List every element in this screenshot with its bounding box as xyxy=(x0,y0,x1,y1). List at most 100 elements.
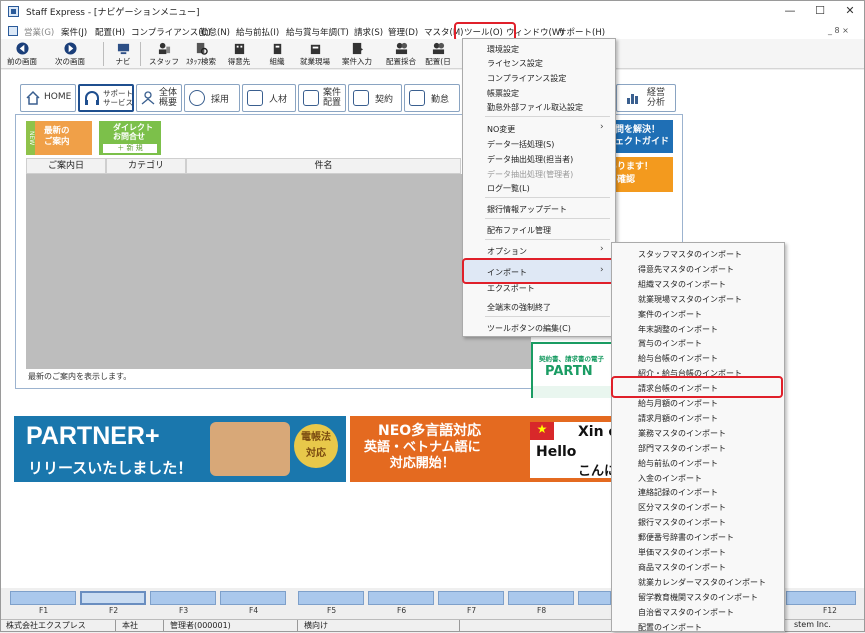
menu-distribution-files[interactable]: 配布ファイル管理 xyxy=(487,225,551,236)
menu-bulk-process[interactable]: データ一括処理(S) xyxy=(487,139,554,150)
import-submenu-item[interactable]: 業務マスタのインポート xyxy=(638,428,726,439)
menu-jobs[interactable]: 案件(J) xyxy=(61,26,87,38)
menu-admin[interactable]: 管理(D) xyxy=(388,26,418,38)
import-submenu-item[interactable]: 郵便番号辞書のインポート xyxy=(638,532,734,543)
f3-button[interactable] xyxy=(150,591,216,605)
f5-button[interactable] xyxy=(298,591,364,605)
import-submenu-item[interactable]: 連絡記録のインポート xyxy=(638,487,718,498)
menu-compliance-settings[interactable]: コンプライアンス設定 xyxy=(487,73,566,84)
col-date[interactable]: ご案内日 xyxy=(26,158,106,174)
f8-button[interactable] xyxy=(508,591,574,605)
menu-payroll[interactable]: 給与賞与年調(T) xyxy=(286,26,349,38)
maximize-button[interactable]: ☐ xyxy=(805,3,835,19)
staff-search-button[interactable]: ｽﾀｯﾌ検索 xyxy=(184,40,218,68)
client-label: 得意先 xyxy=(227,57,251,66)
menu-options[interactable]: オプション xyxy=(487,246,527,257)
staff-button[interactable]: スタッフ xyxy=(148,40,180,68)
partner-plus-ad[interactable]: PARTNER+ リリースいたしました！ 電帳法 対応 xyxy=(14,416,346,482)
import-submenu-item[interactable]: 区分マスタのインポート xyxy=(638,502,726,513)
menu-extract-staff[interactable]: データ抽出処理(担当者) xyxy=(487,154,573,165)
import-submenu-item[interactable]: 就業現場マスタのインポート xyxy=(638,294,742,305)
placement-query-icon xyxy=(395,42,407,55)
f6-button[interactable] xyxy=(368,591,434,605)
import-submenu-item[interactable]: 部門マスタのインポート xyxy=(638,443,726,454)
import-submenu-item[interactable]: 給与台帳のインポート xyxy=(638,353,718,364)
placement-daily-button[interactable]: 配置(日 xyxy=(421,40,455,68)
col-subject[interactable]: 件名 xyxy=(186,158,461,174)
import-submenu-item[interactable]: 自治省マスタのインポート xyxy=(638,607,734,618)
import-submenu-item[interactable]: 得意先マスタのインポート xyxy=(638,264,734,275)
tab-overview[interactable]: 全体 概要 xyxy=(136,84,182,112)
minimize-button[interactable]: — xyxy=(775,3,805,19)
menu-log-list[interactable]: ログ一覧(L) xyxy=(487,183,530,194)
f9-button[interactable] xyxy=(578,591,611,605)
tab-talent[interactable]: 人材 xyxy=(242,84,296,112)
menu-advance-pay[interactable]: 給与前払(I) xyxy=(236,26,279,38)
menu-external-attendance[interactable]: 勤怠外部ファイル取込設定 xyxy=(487,102,583,113)
tab-support[interactable]: サポート サービス xyxy=(78,84,134,112)
f4-button[interactable] xyxy=(220,591,286,605)
menu-sales[interactable]: 営業(G) xyxy=(24,26,54,38)
org-button[interactable]: 組織 xyxy=(262,40,292,68)
menu-separator xyxy=(485,116,610,117)
worksite-button[interactable]: 就業現場 xyxy=(296,40,334,68)
job-input-button[interactable]: 案件入力 xyxy=(338,40,376,68)
back-button[interactable]: 前の画面 xyxy=(4,40,40,68)
import-submenu-item[interactable]: 給与前払のインポート xyxy=(638,458,718,469)
menu-support[interactable]: サポート(H) xyxy=(558,26,605,38)
menu-bank-update[interactable]: 銀行情報アップデート xyxy=(487,204,567,215)
forward-button[interactable]: 次の画面 xyxy=(50,40,90,68)
import-submenu-item[interactable]: スタッフマスタのインポート xyxy=(638,249,742,260)
import-submenu-item[interactable]: 就業カレンダーマスタのインポート xyxy=(638,577,766,588)
menu-force-shutdown[interactable]: 全端末の強制終了 xyxy=(487,302,551,313)
tab-overview-label: 全体 概要 xyxy=(159,88,178,108)
import-submenu-item[interactable]: 賞与のインポート xyxy=(638,338,702,349)
mdi-controls[interactable]: _ 8 × xyxy=(828,26,849,35)
overview-icon xyxy=(141,91,155,105)
menu-no-change[interactable]: NO変更 xyxy=(487,124,515,135)
latest-notice-button[interactable]: NEW 最新の ご案内 xyxy=(26,121,92,155)
direct-inquiry-button[interactable]: ダイレクト お問合せ ＋ 新 規 xyxy=(99,121,161,155)
notice-list[interactable] xyxy=(26,174,531,369)
menu-window[interactable]: ウィンドウ(W) xyxy=(506,26,564,38)
menu-attendance[interactable]: 勤怠(N) xyxy=(200,26,230,38)
menu-env-settings[interactable]: 環境設定 xyxy=(487,44,519,55)
f7-button[interactable] xyxy=(438,591,504,605)
import-submenu-item[interactable]: 入金のインポート xyxy=(638,473,702,484)
import-submenu-item[interactable]: 組織マスタのインポート xyxy=(638,279,726,290)
menu-license-settings[interactable]: ライセンス設定 xyxy=(487,58,543,69)
menu-form-settings[interactable]: 帳票設定 xyxy=(487,88,519,99)
menu-compliance[interactable]: コンプライアンス(C) xyxy=(131,26,211,38)
f12-button[interactable] xyxy=(786,591,856,605)
placement-query-button[interactable]: 配置採合 xyxy=(382,40,420,68)
import-submenu-item[interactable]: 留学教育機関マスタのインポート xyxy=(638,592,758,603)
import-submenu-item[interactable]: 単価マスタのインポート xyxy=(638,547,726,558)
tab-analytics[interactable]: 経営 分析 xyxy=(616,84,676,112)
menu-export[interactable]: エクスポート xyxy=(487,283,535,294)
new-inquiry-button[interactable]: ＋ 新 規 xyxy=(103,144,157,153)
menu-billing[interactable]: 請求(S) xyxy=(354,26,383,38)
import-submenu-item[interactable]: 商品マスタのインポート xyxy=(638,562,726,573)
import-submenu-item[interactable]: 配置のインポート xyxy=(638,622,702,633)
tab-placement[interactable]: 案件 配置 xyxy=(298,84,346,112)
import-submenu-item[interactable]: 請求月額のインポート xyxy=(638,413,718,424)
partner-side-top: 契約書、請求書の電子 xyxy=(539,355,604,363)
tab-home[interactable]: HOME xyxy=(20,84,76,112)
close-button[interactable]: ✕ xyxy=(835,3,865,19)
client-button[interactable]: 得意先 xyxy=(224,40,254,68)
f2-button[interactable] xyxy=(80,591,146,605)
import-submenu-item[interactable]: 銀行マスタのインポート xyxy=(638,517,726,528)
menu-edit-toolbar[interactable]: ツールボタンの編集(C) xyxy=(487,323,571,334)
import-submenu-item[interactable]: 案件のインポート xyxy=(638,309,702,320)
job-input-label: 案件入力 xyxy=(342,57,372,66)
tab-recruit[interactable]: 採用 xyxy=(184,84,240,112)
menu-app-icon[interactable] xyxy=(8,26,18,36)
col-category[interactable]: カテゴリ xyxy=(106,158,186,174)
menu-placement[interactable]: 配置(H) xyxy=(95,26,125,38)
navi-button[interactable]: ナビ xyxy=(110,40,136,68)
tab-attendance[interactable]: 勤怠 xyxy=(404,84,460,112)
tab-contract[interactable]: 契約 xyxy=(348,84,402,112)
import-submenu-item[interactable]: 年末調整のインポート xyxy=(638,324,718,335)
import-submenu-item[interactable]: 給与月額のインポート xyxy=(638,398,718,409)
f1-button[interactable] xyxy=(10,591,76,605)
